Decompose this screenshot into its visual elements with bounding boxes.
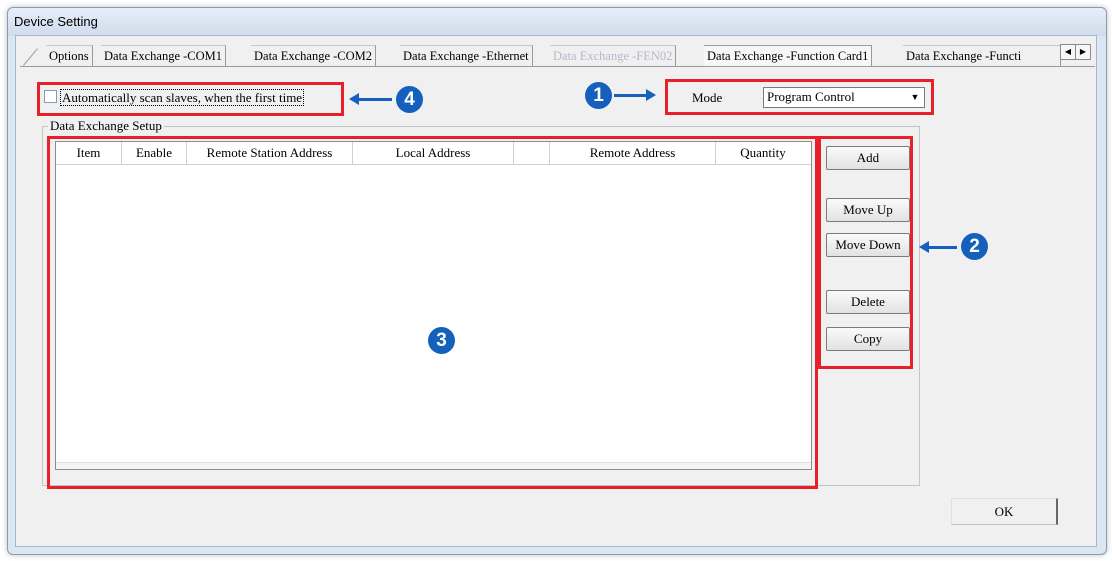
tab-ethernet[interactable]: Data Exchange -Ethernet bbox=[400, 45, 533, 66]
tab-scroll-right-icon[interactable]: ▶ bbox=[1075, 44, 1091, 60]
callout-box-table bbox=[47, 136, 818, 489]
tab-strip-baseline bbox=[20, 66, 1095, 67]
tab-com1[interactable]: Data Exchange -COM1 bbox=[101, 45, 227, 66]
arrow-left-icon bbox=[349, 93, 392, 105]
tab-function-card2[interactable]: Data Exchange -Functi bbox=[903, 45, 1061, 66]
tab-options[interactable]: Options bbox=[46, 45, 93, 66]
callout-box-mode bbox=[665, 79, 934, 115]
callout-box-auto-scan bbox=[37, 82, 344, 116]
group-title: Data Exchange Setup bbox=[48, 118, 164, 134]
tab-function-card1[interactable]: Data Exchange -Function Card1 bbox=[704, 45, 873, 66]
callout-number-4-icon: 4 bbox=[396, 86, 423, 113]
callout-number-1-icon: 1 bbox=[585, 82, 612, 109]
tab-com2[interactable]: Data Exchange -COM2 bbox=[251, 45, 377, 66]
arrow-right-icon bbox=[614, 89, 656, 101]
title-bar: Device Setting bbox=[8, 8, 1106, 36]
callout-box-buttons bbox=[818, 136, 913, 369]
tab-fen02: Data Exchange -FEN02 bbox=[550, 45, 677, 66]
ok-button[interactable]: OK bbox=[951, 498, 1058, 525]
arrow-left-icon bbox=[919, 241, 957, 253]
callout-number-2-icon: 2 bbox=[961, 233, 988, 260]
tab-scroll-left-icon[interactable]: ◀ bbox=[1060, 44, 1076, 60]
window-title: Device Setting bbox=[14, 14, 98, 29]
callout-number-3-icon: 3 bbox=[428, 327, 455, 354]
